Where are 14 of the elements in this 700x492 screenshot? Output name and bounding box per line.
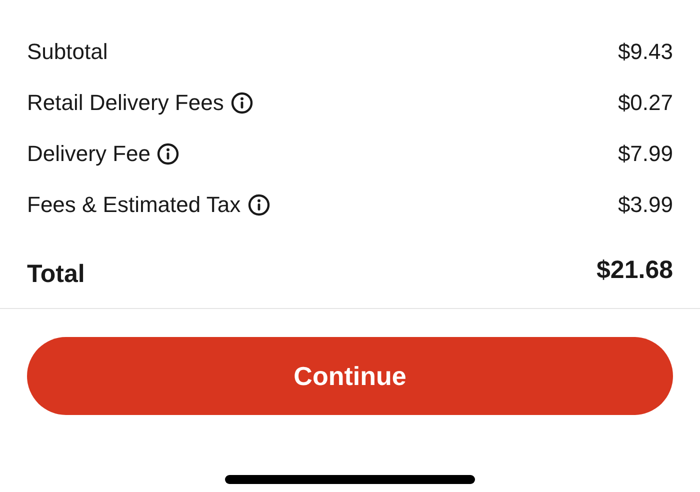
total-label: Total [27,259,85,290]
fee-label: Retail Delivery Fees [27,89,224,117]
total-amount: $21.68 [596,255,673,286]
info-icon[interactable] [248,194,270,216]
continue-button[interactable]: Continue [27,337,673,415]
info-icon[interactable] [230,92,253,114]
fee-amount: $9.43 [618,38,673,66]
fee-amount: $7.99 [618,140,673,168]
fee-label: Fees & Estimated Tax [27,191,241,219]
fee-amount: $3.99 [618,191,673,219]
fee-label: Delivery Fee [27,140,150,168]
info-icon[interactable] [157,142,180,164]
fee-label: Subtotal [27,38,108,66]
fee-amount: $0.27 [618,89,673,117]
